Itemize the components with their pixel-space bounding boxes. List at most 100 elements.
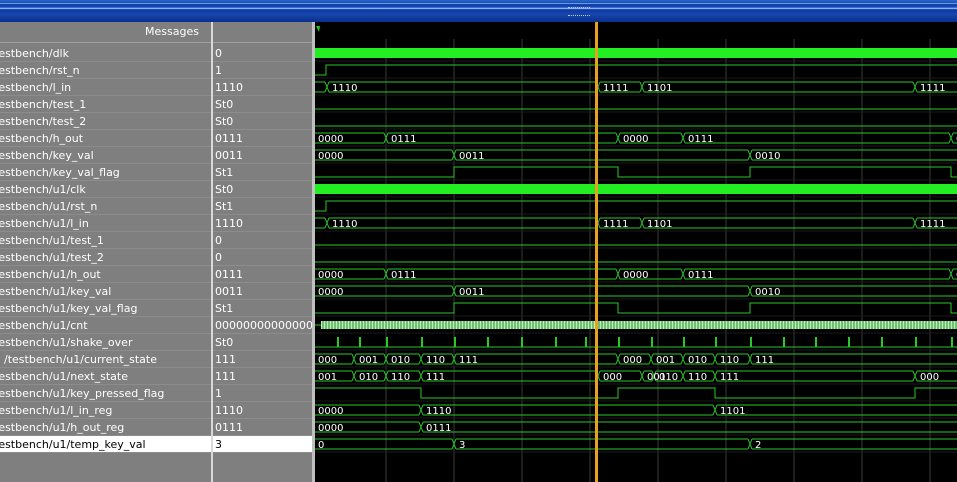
- bus-value-label: 1101: [720, 406, 745, 417]
- bus-segment: [388, 132, 616, 144]
- signal-name-row[interactable]: testbench/key_val_flag: [0, 164, 211, 181]
- pulse-mark: [454, 337, 456, 347]
- bus-segment: [423, 370, 596, 382]
- bus-transition: [912, 370, 918, 382]
- bit-wave: [315, 302, 957, 314]
- bus-value-label: 0011: [459, 151, 484, 162]
- bus-value-label: 0000: [623, 134, 648, 145]
- bus-value-label: 001: [318, 372, 337, 383]
- bus-transition: [680, 353, 686, 365]
- bus-segment: [315, 438, 452, 450]
- bus-value-label: 110: [720, 355, 739, 366]
- bus-value-label: 110: [688, 372, 707, 383]
- bus-value-label: 111: [755, 355, 774, 366]
- signal-name-row[interactable]: testbench/u1/clk: [0, 181, 211, 198]
- signal-value-cell: 0: [213, 249, 312, 266]
- bus-value-label: 0011: [459, 287, 484, 298]
- pulse-mark: [951, 337, 953, 347]
- signal-name-row[interactable]: /testbench/u1/current_state: [0, 351, 211, 368]
- waveform-canvas[interactable]: 1110111111011111000001110000011100000000…: [315, 22, 957, 482]
- pulse-mark: [715, 337, 717, 347]
- time-cursor[interactable]: [595, 22, 598, 482]
- signal-name-row[interactable]: testbench/u1/shake_over: [0, 334, 211, 351]
- signal-name-row[interactable]: testbench/u1/rst_n: [0, 198, 211, 215]
- signal-name-row[interactable]: testbench/u1/h_out_reg: [0, 419, 211, 436]
- bus-segment: [423, 421, 957, 433]
- bus-value-label: 0111: [426, 423, 451, 434]
- pulse-mark: [750, 337, 752, 347]
- bus-transition: [680, 132, 686, 144]
- bit-wave: [315, 200, 957, 212]
- signal-name-row[interactable]: testbench/u1/l_in: [0, 215, 211, 232]
- signal-value-cell: St1: [213, 164, 312, 181]
- bus-transition: [351, 370, 357, 382]
- signal-name-row[interactable]: testbench/test_2: [0, 113, 211, 130]
- signal-name-row[interactable]: testbench/u1/key_val_flag: [0, 300, 211, 317]
- signal-value-cell: 0111: [213, 130, 312, 147]
- signal-name-row[interactable]: testbench/dlk: [0, 45, 211, 62]
- bus-value-label: 0000: [318, 270, 343, 281]
- bus-segment: [456, 285, 748, 297]
- signal-name-row[interactable]: testbench/rst_n: [0, 62, 211, 79]
- bus-value-label: 0111: [391, 134, 416, 145]
- signal-value-cell: St1: [213, 300, 312, 317]
- signal-name-row[interactable]: testbench/h_out: [0, 130, 211, 147]
- bus-value-label: 0010: [755, 287, 780, 298]
- signal-value-cell: 1: [213, 62, 312, 79]
- cursor-line: [595, 22, 598, 482]
- bus-transition: [912, 217, 918, 229]
- bus-transition: [948, 268, 954, 280]
- bus-value-label: 0010: [755, 151, 780, 162]
- signal-name-row[interactable]: testbench/u1/h_out: [0, 266, 211, 283]
- signal-name-row[interactable]: testbench/test_1: [0, 96, 211, 113]
- bus-transition: [680, 370, 686, 382]
- signal-name-row[interactable]: testbench/u1/test_1: [0, 232, 211, 249]
- signal-name-row[interactable]: testbench/u1/cnt: [0, 317, 211, 334]
- signal-values-pane[interactable]: 0 1 1110 St0 St0 0111 0011 St1 St0 St1 1110 0 0 0111 0…: [213, 22, 312, 482]
- signal-names-pane[interactable]: Messages testbench/dlk testbench/rst_n tes…: [0, 22, 211, 482]
- bus-transition: [639, 370, 645, 382]
- bus-value-label: 0111: [688, 270, 713, 281]
- bus-value-label: 110: [391, 372, 410, 383]
- bus-segment: [315, 217, 325, 229]
- bus-value-label: 111: [459, 355, 478, 366]
- pulse-mark: [651, 337, 653, 347]
- bus-value-label: 010: [688, 355, 707, 366]
- signal-name-row[interactable]: testbench/u1/l_in_reg: [0, 402, 211, 419]
- wave-traces: 1110111111011111000001110000011100000000…: [315, 48, 957, 451]
- bus-segment: [644, 217, 913, 229]
- signal-name-row[interactable]: testbench/u1/temp_key_val: [0, 436, 211, 453]
- bus-value-label: 1111: [603, 219, 628, 230]
- bus-value-label: 1110: [332, 219, 357, 230]
- signal-name-row[interactable]: testbench/key_val: [0, 147, 211, 164]
- bus-value-label: 111: [426, 372, 445, 383]
- pulse-mark: [337, 337, 339, 347]
- signal-name-row[interactable]: testbench/l_in: [0, 79, 211, 96]
- signal-name-row[interactable]: testbench/u1/key_val: [0, 283, 211, 300]
- drag-grip-icon[interactable]: [568, 7, 590, 16]
- signal-value-cell: St0: [213, 334, 312, 351]
- pulse-mark: [848, 337, 850, 347]
- bus-transition: [615, 268, 621, 280]
- bus-value-label: 1111: [920, 83, 945, 94]
- bus-value-label: 010: [359, 372, 378, 383]
- title-bar[interactable]: [0, 0, 957, 22]
- bus-transition: [648, 353, 654, 365]
- signal-name-row[interactable]: testbench/u1/test_2: [0, 249, 211, 266]
- signal-value-cell: 0111: [213, 419, 312, 436]
- bus-segment: [752, 149, 957, 161]
- bus-transition: [639, 217, 645, 229]
- bus-transition: [418, 404, 424, 416]
- bus-segment: [685, 268, 949, 280]
- bus-value-label: 1110: [426, 406, 451, 417]
- pulse-mark: [683, 337, 685, 347]
- bus-segment: [717, 404, 957, 416]
- bus-value-label: 1111: [920, 219, 945, 230]
- pulse-mark: [555, 337, 557, 347]
- pulse-mark: [521, 337, 523, 347]
- bus-segment: [329, 81, 596, 93]
- bus-segment: [456, 149, 748, 161]
- signal-name-row[interactable]: testbench/u1/key_pressed_flag: [0, 385, 211, 402]
- signal-name-row[interactable]: testbench/u1/next_state: [0, 368, 211, 385]
- pulse-mark: [881, 337, 883, 347]
